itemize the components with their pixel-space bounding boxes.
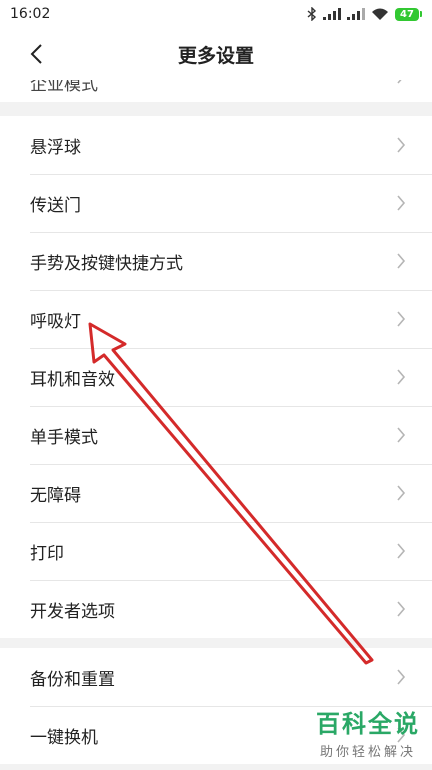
watermark-subtitle: 助你轻松解决	[319, 745, 416, 760]
list-item-label: 无障碍	[30, 485, 81, 506]
list-item-backup-reset[interactable]: 备份和重置	[0, 648, 432, 706]
list-item-gestures[interactable]: 手势及按键快捷方式	[0, 232, 432, 290]
chevron-right-icon	[397, 543, 406, 559]
list-item-floating-ball[interactable]: 悬浮球	[0, 116, 432, 174]
battery-tip	[420, 11, 422, 17]
page-title: 更多设置	[177, 44, 254, 67]
watermark: 百科全说 助你轻松解决	[316, 704, 420, 760]
list-item-label: 手势及按键快捷方式	[30, 253, 183, 274]
list-item-developer-options[interactable]: 开发者选项	[0, 580, 432, 638]
list-item-one-hand[interactable]: 单手模式	[0, 406, 432, 464]
chevron-right-icon	[397, 253, 406, 269]
settings-group-1: 悬浮球 传送门 手势及按键快捷方式 呼吸灯 耳机和音效 单手模式 无障碍 打印 …	[0, 116, 432, 638]
watermark-title: 百科全说	[316, 710, 420, 738]
list-item-label: 耳机和音效	[30, 369, 115, 390]
status-time: 16:02	[10, 6, 51, 22]
header: 更多设置	[0, 28, 432, 80]
chevron-right-icon	[397, 485, 406, 501]
battery-icon: 47	[395, 7, 419, 21]
list-item-breathing-light[interactable]: 呼吸灯	[0, 290, 432, 348]
list-item-label: 呼吸灯	[30, 311, 81, 332]
list-item-print[interactable]: 打印	[0, 522, 432, 580]
list-item-headphones[interactable]: 耳机和音效	[0, 348, 432, 406]
list-item-label: 悬浮球	[30, 137, 81, 158]
chevron-right-icon	[397, 195, 406, 211]
list-item-label: 一键换机	[30, 727, 98, 748]
list-item-label: 传送门	[30, 195, 81, 216]
chevron-right-icon	[397, 137, 406, 153]
list-item-label: 单手模式	[30, 427, 98, 448]
list-item-label: 备份和重置	[30, 669, 115, 690]
signal-icon	[323, 8, 341, 20]
list-item-portal[interactable]: 传送门	[0, 174, 432, 232]
list-item-accessibility[interactable]: 无障碍	[0, 464, 432, 522]
chevron-right-icon	[397, 601, 406, 617]
chevron-right-icon	[397, 311, 406, 327]
chevron-right-icon	[397, 427, 406, 443]
list-item-label: 开发者选项	[30, 601, 115, 622]
signal-icon-2	[347, 8, 365, 20]
chevron-right-icon	[397, 369, 406, 385]
chevron-right-icon	[397, 669, 406, 685]
status-bar: 16:02 47	[0, 0, 432, 28]
list-item-label: 打印	[30, 543, 64, 564]
wifi-icon	[372, 8, 388, 20]
back-button[interactable]	[22, 40, 50, 68]
back-arrow-icon	[30, 44, 42, 64]
bluetooth-icon	[307, 7, 317, 21]
status-icons: 47	[307, 7, 422, 21]
